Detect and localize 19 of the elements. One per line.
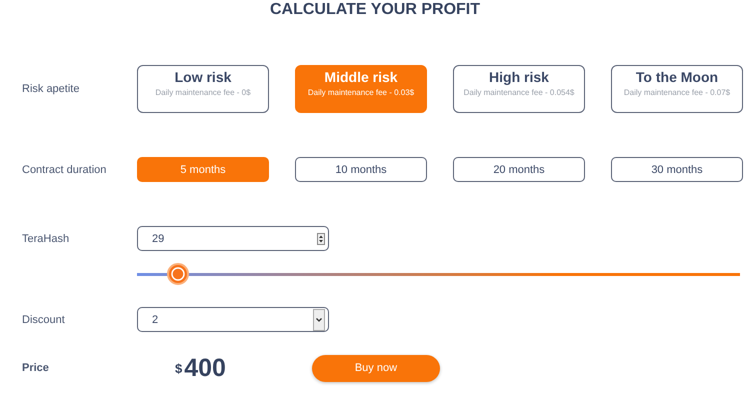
field-label: TeraHash [21,232,70,244]
number-field[interactable]: 29 [137,226,329,251]
risk-option[interactable]: Low risk Daily maintenance fee - 0$ [137,65,269,113]
duration-option[interactable]: 20 months [453,157,585,182]
spinner-icon[interactable] [317,232,325,244]
field-label: Discount [21,314,66,326]
duration-option[interactable]: 30 months [611,157,743,182]
field-label: Contract duration [21,164,108,176]
duration-option[interactable]: 10 months [295,157,427,182]
currency-symbol: $ [175,360,182,376]
discount-dropdown[interactable]: 2 [137,307,329,332]
field-label: Risk apetite [21,83,80,95]
slider-handle[interactable] [166,262,189,284]
page-title: CALCULATE YOUR PROFIT [268,0,482,20]
risk-option[interactable]: High risk Daily maintenance fee - 0.054$ [453,65,585,113]
risk-option[interactable]: To the Moon Daily maintenance fee - 0.07$ [611,65,743,113]
price-label: Price [21,362,50,374]
price-amount: 400 [184,354,226,382]
chevron-down-icon[interactable] [313,308,325,330]
